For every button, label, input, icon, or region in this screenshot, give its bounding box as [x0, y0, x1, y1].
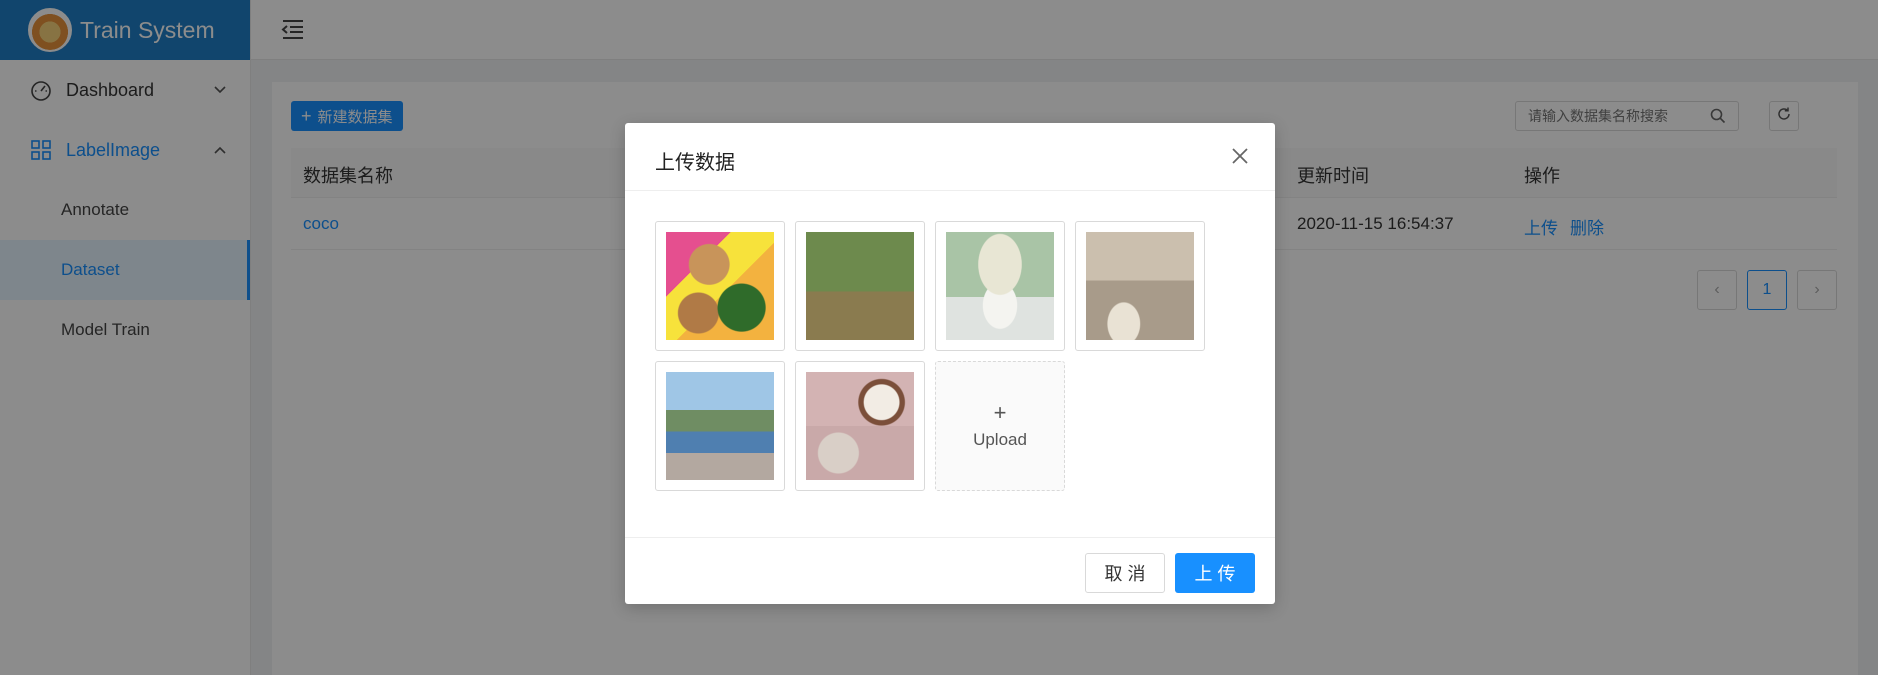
uploaded-image-thumbnail[interactable] — [655, 221, 785, 351]
plus-icon: + — [993, 400, 1007, 425]
modal-header: 上传数据 — [625, 123, 1275, 191]
graffiti-park-image — [666, 372, 774, 480]
upload-label: Upload — [973, 430, 1027, 449]
food-image — [666, 232, 774, 340]
flower-vase-image — [946, 232, 1054, 340]
upload-modal: 上传数据 + Upload 取 消 上 传 — [625, 123, 1275, 604]
uploaded-image-thumbnail[interactable] — [795, 361, 925, 491]
clock-image — [806, 372, 914, 480]
modal-footer: 取 消 上 传 — [625, 537, 1275, 604]
uploaded-image-thumbnail[interactable] — [1075, 221, 1205, 351]
cancel-button[interactable]: 取 消 — [1085, 553, 1165, 593]
giraffe-image — [806, 232, 914, 340]
close-icon[interactable] — [1229, 145, 1251, 167]
uploaded-image-thumbnail[interactable] — [935, 221, 1065, 351]
upload-button[interactable]: + Upload — [935, 361, 1065, 491]
confirm-upload-button[interactable]: 上 传 — [1175, 553, 1255, 593]
uploaded-image-thumbnail[interactable] — [795, 221, 925, 351]
dog-street-image — [1086, 232, 1194, 340]
uploaded-image-thumbnail[interactable] — [655, 361, 785, 491]
modal-title: 上传数据 — [655, 152, 735, 174]
